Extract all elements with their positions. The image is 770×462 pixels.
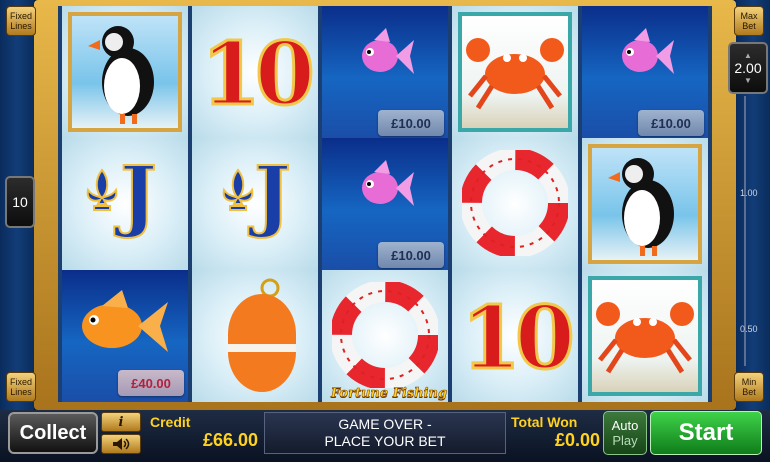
buoy-symbol (192, 270, 318, 402)
total-won-label: Total Won (511, 414, 578, 430)
game-message: GAME OVER - PLACE YOUR BET (264, 412, 506, 454)
crab-icon (466, 38, 564, 110)
life-ring-symbol (322, 270, 448, 402)
puffin-symbol (62, 6, 188, 138)
j-letter: J (253, 149, 292, 242)
speaker-icon (113, 438, 130, 450)
puffin-symbol (582, 138, 708, 270)
pink-fish-symbol: £10.00 (322, 6, 448, 138)
fleur-de-lis-icon (86, 168, 118, 211)
stake-selector[interactable]: ▲ 2.00 ▼ (728, 42, 768, 94)
lines-count-badge: 10 (5, 176, 35, 228)
pink-fish-icon (362, 160, 414, 206)
ten-symbol: 10 (452, 270, 578, 402)
credit-value: £66.00 (202, 430, 258, 450)
reel-2: 10 J (192, 6, 318, 402)
pink-fish-symbol: £10.00 (322, 138, 448, 270)
pink-fish-price-tag: £10.00 (638, 110, 704, 136)
stake-scale-label: 0.50 (740, 324, 758, 334)
life-ring-icon (332, 282, 438, 388)
j-symbol: J (62, 138, 188, 270)
crab-icon (596, 302, 694, 374)
puffin-icon (608, 158, 674, 256)
pink-fish-price-tag: £10.00 (378, 110, 444, 136)
reel-1: J £40.00 (62, 6, 188, 402)
life-ring-icon (462, 150, 568, 256)
max-bet-button[interactable]: Max Bet (734, 6, 764, 36)
autoplay-label-play: Play (612, 433, 638, 448)
ten-symbol: 10 (192, 6, 318, 138)
info-button[interactable]: i (101, 412, 141, 432)
stake-scale-label: 1.00 (740, 188, 758, 198)
chevron-up-icon[interactable]: ▲ (744, 51, 752, 60)
autoplay-label-auto: Auto (611, 418, 639, 433)
fixed-lines-indicator-top: Fixed Lines (6, 6, 36, 36)
crab-symbol (452, 6, 578, 138)
min-bet-button[interactable]: Min Bet (734, 372, 764, 402)
pink-fish-price-tag: £10.00 (378, 242, 444, 268)
stake-value: 2.00 (734, 60, 762, 76)
message-line-2: PLACE YOUR BET (324, 433, 446, 449)
start-button[interactable]: Start (650, 411, 762, 455)
goldfish-symbol: £40.00 (62, 270, 188, 402)
game-logo: Fortune Fishing (330, 386, 448, 402)
message-line-1: GAME OVER - (338, 416, 432, 432)
crab-tile (588, 276, 702, 396)
pink-fish-icon (622, 28, 674, 74)
buoy-icon (228, 278, 296, 392)
collect-button[interactable]: Collect (8, 412, 98, 454)
puffin-icon (88, 26, 154, 124)
sound-button[interactable] (101, 434, 141, 454)
goldfish-price-tag: £40.00 (118, 370, 184, 396)
autoplay-button[interactable]: Auto Play (603, 411, 647, 455)
reel-5: £10.00 (582, 6, 708, 402)
chevron-down-icon[interactable]: ▼ (744, 76, 752, 85)
goldfish-icon (82, 290, 168, 352)
crab-tile (458, 12, 572, 132)
reel-3: £10.00 £10.00 (322, 6, 448, 402)
reel-4: 10 (452, 6, 578, 402)
ten-label: 10 (460, 287, 577, 391)
j-symbol: J (192, 138, 318, 270)
fixed-lines-indicator-bottom: Fixed Lines (6, 372, 36, 402)
ten-label: 10 (200, 23, 317, 127)
total-won-value: £0.00 (554, 430, 600, 450)
credit-label: Credit (150, 414, 191, 430)
life-ring-symbol (452, 138, 578, 270)
j-letter: J (119, 149, 158, 242)
puffin-tile (68, 12, 182, 132)
puffin-tile (588, 144, 702, 264)
pink-fish-symbol: £10.00 (582, 6, 708, 138)
fleur-de-lis-icon (222, 168, 254, 211)
pink-fish-icon (362, 28, 414, 74)
crab-symbol (582, 270, 708, 402)
